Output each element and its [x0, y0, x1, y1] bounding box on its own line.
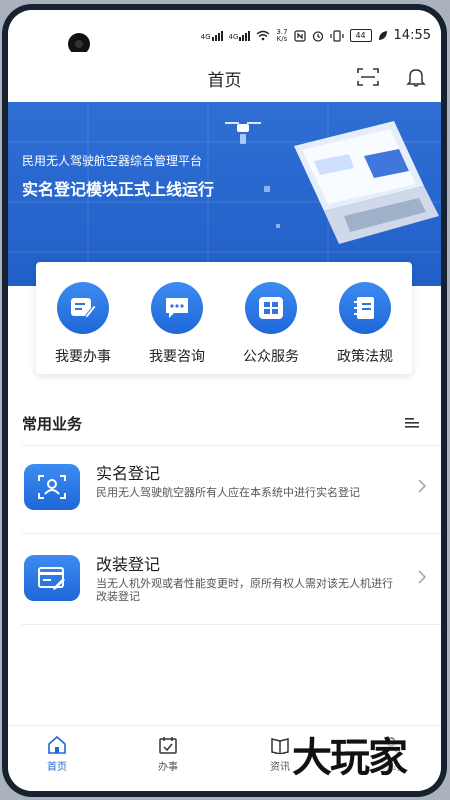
business-item-modification[interactable]: 改装登记 当无人机外观或者性能变更时，原所有权人需对该无人机进行改装登记 [8, 533, 441, 623]
business-item-real-name[interactable]: 实名登记 民用无人驾驶航空器所有人应在本系统中进行实名登记 [8, 442, 441, 532]
leaf-icon [378, 31, 387, 40]
section-title: 常用业务 [22, 415, 83, 433]
nav-item-affairs[interactable]: 办事 [138, 736, 198, 773]
notebook-icon [339, 282, 391, 334]
scan-icon[interactable] [357, 68, 379, 86]
business-desc: 当无人机外观或者性能变更时，原所有权人需对该无人机进行改装登记 [96, 577, 393, 603]
section-header: 常用业务 [8, 405, 441, 445]
app-header: 首页 [8, 52, 441, 102]
edit-document-icon [57, 282, 109, 334]
nfc-icon [293, 29, 306, 42]
signal-2-label: 4G [228, 33, 239, 41]
card-edit-icon [24, 555, 80, 601]
home-icon [48, 736, 66, 754]
status-indicators: 4G 4G 3.7 K/s 44 14:55 [201, 28, 431, 43]
divider [22, 624, 441, 625]
nav-label: 办事 [158, 762, 178, 773]
banner-title: 实名登记模块正式上线运行 [22, 180, 215, 199]
speed-unit: K/s [276, 34, 288, 43]
signal-1-icon: 4G [201, 30, 223, 41]
chat-bubble-icon [151, 282, 203, 334]
quick-access-item-consult[interactable]: 我要咨询 [130, 262, 224, 374]
wifi-icon [256, 30, 270, 41]
quick-access-item-policy[interactable]: 政策法规 [318, 262, 412, 374]
business-title: 实名登记 [96, 464, 161, 483]
watermark-text: 大玩家 [292, 735, 408, 781]
status-bar: 4G 4G 3.7 K/s 44 14:55 [8, 10, 441, 55]
battery-icon: 44 [349, 29, 372, 42]
signal-1-label: 4G [200, 33, 211, 41]
id-scan-icon [24, 464, 80, 510]
list-icon[interactable] [405, 417, 419, 429]
app-screen: 4G 4G 3.7 K/s 44 14:55 首页 民用无人驾驶航空器综合管理平… [8, 10, 441, 791]
phone-frame: 4G 4G 3.7 K/s 44 14:55 首页 民用无人驾驶航空器综合管理平… [2, 4, 447, 797]
quick-access-label: 政策法规 [337, 349, 393, 365]
chevron-right-icon [418, 479, 427, 493]
alarm-icon [312, 30, 323, 42]
grid-apps-icon [245, 282, 297, 334]
quick-access-label: 我要咨询 [149, 349, 205, 365]
laptop-illustration [264, 121, 439, 244]
network-speed: 3.7 K/s [276, 28, 288, 43]
nav-item-home[interactable]: 首页 [27, 736, 87, 773]
quick-access-item-public-service[interactable]: 公众服务 [224, 262, 318, 374]
quick-access-item-affairs[interactable]: 我要办事 [36, 262, 130, 374]
quick-access-label: 公众服务 [243, 349, 299, 365]
nav-label: 资讯 [270, 762, 290, 773]
chevron-right-icon [418, 570, 427, 584]
bell-icon[interactable] [405, 66, 427, 88]
promo-banner[interactable]: 民用无人驾驶航空器综合管理平台 实名登记模块正式上线运行 [8, 102, 441, 286]
quick-access-label: 我要办事 [55, 349, 111, 365]
banner-subtitle: 民用无人驾驶航空器综合管理平台 [22, 154, 203, 168]
vibrate-icon [329, 29, 344, 42]
quick-access-card: 我要办事 我要咨询 公众服务 政策法规 [36, 262, 412, 374]
clock: 14:55 [393, 28, 431, 43]
business-title: 改装登记 [96, 555, 161, 574]
calendar-check-icon [159, 737, 177, 754]
business-desc: 民用无人驾驶航空器所有人应在本系统中进行实名登记 [96, 486, 360, 499]
book-icon [271, 738, 289, 754]
battery-level: 44 [355, 31, 366, 40]
nav-label: 首页 [47, 762, 67, 773]
signal-2-icon: 4G [229, 30, 251, 41]
